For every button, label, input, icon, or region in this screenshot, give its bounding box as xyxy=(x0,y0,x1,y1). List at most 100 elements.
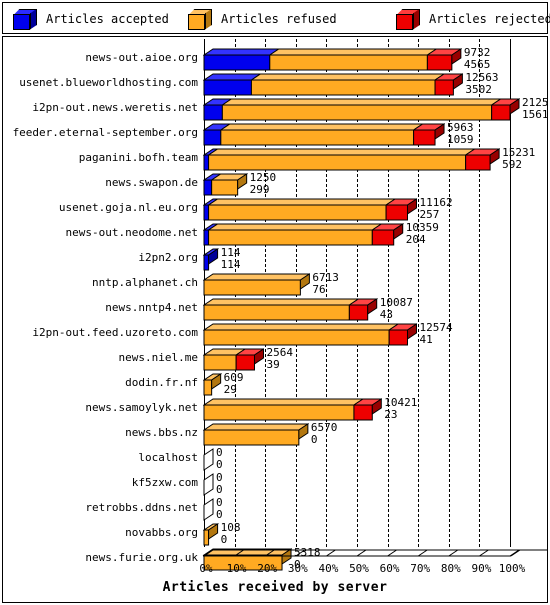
bar-segment-refused-face xyxy=(203,304,350,321)
bar-value-labels: 00 xyxy=(216,497,223,520)
bar-value-labels: 1250 299 xyxy=(250,172,277,195)
bar-value-labels: 10359 204 xyxy=(406,222,439,245)
stacked-bar[interactable]: 6713 76 xyxy=(3,272,547,296)
bar-segment-refused-face xyxy=(220,129,415,146)
bar-value-rejected: 0 xyxy=(216,482,223,496)
bar-segment-refused-top xyxy=(219,123,425,131)
stacked-bar[interactable]: 6570 0 xyxy=(3,422,547,446)
stacked-bar[interactable]: 1250 299 xyxy=(3,172,547,196)
stacked-bar[interactable]: 12563 3502 xyxy=(3,71,547,96)
bar-value-labels: 9732 4565 xyxy=(464,47,491,70)
x-axis: Articles received by server 0% 10% 20% 30% 4… xyxy=(3,544,547,602)
bar-value-accepted: 10421 xyxy=(384,396,418,409)
bar-segment-accepted-face xyxy=(203,129,222,146)
bar-segment-rejected-face xyxy=(353,404,373,421)
bar-segment-refused-top xyxy=(249,73,446,81)
stacked-bar[interactable]: 11162 257 xyxy=(3,197,547,221)
bar-value-accepted: 9732 xyxy=(463,46,491,59)
stacked-bar[interactable]: 12574 41 xyxy=(3,322,547,346)
bar-3d xyxy=(203,348,265,371)
bar-segment-rejected-face xyxy=(434,79,454,96)
empty-bar-outline xyxy=(203,498,214,521)
x-tick-label-30: 30% xyxy=(287,562,308,575)
bar-segment-refused-face xyxy=(221,104,493,121)
x-axis-title: Articles received by server xyxy=(162,580,388,595)
bar-segment-accepted-face xyxy=(203,54,271,71)
bar-3d xyxy=(203,123,446,146)
stacked-bar[interactable]: 9732 4565 xyxy=(3,47,547,71)
bar-value-rejected: 299 xyxy=(249,182,270,196)
bar-segment-accepted-face xyxy=(203,104,223,121)
legend-label: Articles refused xyxy=(221,12,337,26)
stacked-bar[interactable]: 10421 23 xyxy=(3,396,547,421)
bar-segment-accepted-face xyxy=(203,254,210,271)
bar-value-rejected: 0 xyxy=(216,457,223,471)
stacked-bar[interactable]: 10087 43 xyxy=(3,297,547,321)
bar-segment-refused-top xyxy=(203,423,309,431)
chart-row: news.swapon.de 1250 299 xyxy=(3,172,547,197)
bar-value-accepted: 10359 xyxy=(405,221,439,234)
bar-segment-refused-face xyxy=(208,154,467,171)
chart-row: feeder.eternal-september.org 5963 1059 xyxy=(3,122,547,147)
bar-segment-rejected-face xyxy=(426,54,453,71)
bar-3d xyxy=(203,373,222,396)
legend-label: Articles rejected xyxy=(429,12,550,26)
bar-value-accepted: 10087 xyxy=(379,296,413,309)
chart-row: usenet.goja.nl.eu.org 11162 257 xyxy=(3,197,547,222)
bar-value-labels: 10087 43 xyxy=(380,297,413,320)
stacked-bar[interactable]: 10359 204 xyxy=(3,222,547,246)
bar-value-accepted: 12563 xyxy=(465,71,499,84)
bar-3d xyxy=(203,98,520,121)
bar-segment-refused-top xyxy=(206,148,477,156)
bar-segment-refused-face xyxy=(211,179,239,196)
legend-entry-3: Articles rejected xyxy=(396,7,550,31)
bar-value-accepted: 0 xyxy=(216,471,223,484)
x-tick-label-40: 40% xyxy=(318,562,339,575)
chart-row: news-out.neodome.net 10359 204 xyxy=(3,222,547,247)
legend-entry-2: Articles refused xyxy=(188,7,337,31)
bar-3d xyxy=(203,148,501,171)
chart-row: i2pn-out.feed.uzoreto.com 12574 41 xyxy=(3,322,547,347)
x-tick-label-0: 0% xyxy=(199,562,213,575)
bar-chart-figure: Articles accepted Articles refused Article… xyxy=(0,0,550,605)
x-tick-label-10: 10% xyxy=(226,562,247,575)
stacked-bar[interactable]: 00 xyxy=(3,497,547,521)
bar-value-accepted: 2564 xyxy=(266,346,293,359)
chart-row: usenet.blueworldhosting.com 12563 3502 xyxy=(3,71,547,97)
bar-value-rejected: 204 xyxy=(405,232,426,246)
bar-value-rejected: 43 xyxy=(379,307,393,321)
bar-value-labels: 5963 1059 xyxy=(447,122,474,145)
stacked-bar[interactable]: 2564 39 xyxy=(3,346,547,371)
legend-swatch-face xyxy=(396,13,413,30)
stacked-bar[interactable]: 108 0 xyxy=(3,521,547,546)
bar-3d xyxy=(203,323,418,346)
stacked-bar[interactable]: 00 xyxy=(3,447,547,471)
bar-value-labels: 00 xyxy=(216,447,223,470)
x-tick-label-60: 60% xyxy=(379,562,400,575)
stacked-bar[interactable]: 609 29 xyxy=(3,372,547,396)
stacked-bar[interactable]: 212571561 xyxy=(3,97,547,121)
bar-segment-rejected-face xyxy=(413,129,436,146)
stacked-bar[interactable]: 5963 1059 xyxy=(3,122,547,146)
chart-row: news.samoylyk.net 10421 23 xyxy=(3,396,547,422)
stacked-bar[interactable]: 114 114 xyxy=(3,247,547,271)
x-tick-label-80: 80% xyxy=(440,562,461,575)
bar-segment-refused-top xyxy=(203,323,400,331)
bar-3d xyxy=(203,223,404,246)
bar-value-labels: 114 114 xyxy=(221,247,241,270)
bar-value-rejected: 41 xyxy=(419,332,433,346)
legend-swatch-face xyxy=(188,13,205,30)
bar-segment-rejected-face xyxy=(371,229,395,246)
bar-segment-refused-face xyxy=(203,279,301,296)
chart-row: nntp.alphanet.ch 6713 76 xyxy=(3,272,547,297)
bar-value-accepted: 108 xyxy=(220,521,241,534)
bar-value-accepted: 1250 xyxy=(249,171,277,184)
bar-segment-refused-top xyxy=(268,48,439,56)
bar-segment-rejected-face xyxy=(385,204,408,221)
bar-segment-refused-face xyxy=(250,79,436,96)
bar-value-rejected: 0 xyxy=(310,432,318,446)
stacked-bar[interactable]: 15231 592 xyxy=(3,147,547,171)
bar-value-rejected: 114 xyxy=(220,257,241,271)
stacked-bar[interactable]: 00 xyxy=(3,471,547,496)
bar-segment-accepted-face xyxy=(203,154,210,171)
